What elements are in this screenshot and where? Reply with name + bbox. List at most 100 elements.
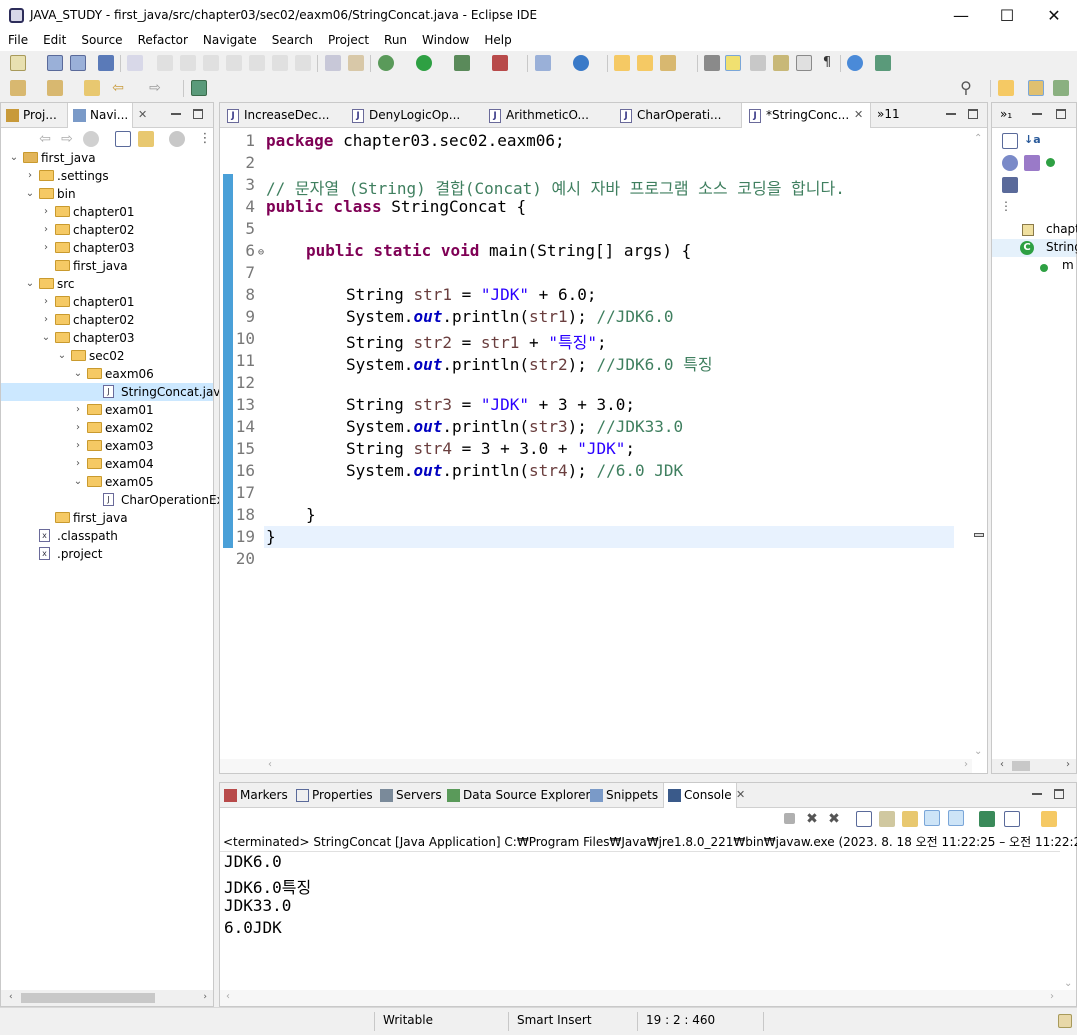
maximize-editor-icon[interactable] xyxy=(968,109,978,119)
editor-hscroll[interactable]: ‹ › xyxy=(220,759,972,773)
close-icon[interactable]: ✕ xyxy=(854,108,863,121)
open-perspective-icon[interactable] xyxy=(998,80,1014,96)
maximize-view-icon[interactable] xyxy=(1056,109,1066,119)
menu-run[interactable]: Run xyxy=(376,31,414,51)
pin-editor-icon[interactable] xyxy=(191,80,207,96)
menu-search[interactable]: Search xyxy=(264,31,320,51)
maximize-view-icon[interactable] xyxy=(1054,789,1064,799)
toggle-ws-icon[interactable] xyxy=(348,55,364,71)
pilcrow-icon[interactable]: ¶ xyxy=(819,55,835,71)
fold-icon[interactable]: ⊖ xyxy=(258,247,264,258)
minimize-editor-icon[interactable] xyxy=(946,109,956,115)
tree-item[interactable]: › chapter01 xyxy=(1,203,213,221)
tab-properties[interactable]: Properties xyxy=(292,783,377,808)
expand-icon[interactable]: › xyxy=(25,170,35,181)
collapse-icon[interactable]: ⌄ xyxy=(9,152,19,163)
tree-item[interactable]: J StringConcat.jav xyxy=(1,383,220,401)
tab-snippets[interactable]: Snippets xyxy=(586,783,662,808)
menu-navigate[interactable]: Navigate xyxy=(195,31,264,51)
console-output[interactable]: JDK6.0 JDK6.0특징 JDK33.0 6.0JDK xyxy=(220,851,1060,991)
collapse-all-icon[interactable] xyxy=(115,131,131,147)
tree-item[interactable]: ⌄ exam05 xyxy=(1,473,213,491)
overview-ruler-mark[interactable] xyxy=(974,533,984,537)
expand-icon[interactable]: › xyxy=(41,296,51,307)
tree-item[interactable]: ⌄ chapter03 xyxy=(1,329,213,347)
last-edit-icon[interactable] xyxy=(84,80,100,96)
tree-item[interactable]: ⌄ eaxm06 xyxy=(1,365,213,383)
run-icon[interactable] xyxy=(416,55,432,71)
display-console-icon[interactable] xyxy=(1004,811,1020,827)
expand-icon[interactable]: › xyxy=(73,458,83,469)
navigator-hscroll[interactable]: ‹ › xyxy=(1,990,213,1006)
open-task-icon[interactable] xyxy=(637,55,653,71)
status-insert[interactable]: Smart Insert xyxy=(517,1013,592,1027)
outline-item-package[interactable]: chapt xyxy=(1046,222,1077,236)
scroll-thumb[interactable] xyxy=(1012,761,1030,771)
tab-project-explorer[interactable]: Proj... xyxy=(1,103,61,128)
next-annotation-icon[interactable] xyxy=(10,80,26,96)
collapse-icon[interactable]: ⌄ xyxy=(25,188,35,199)
maximize-button[interactable]: ☐ xyxy=(984,0,1030,31)
scroll-thumb[interactable] xyxy=(21,993,155,1003)
tab-navigator[interactable]: Navi... ✕ xyxy=(67,103,147,128)
collapse-icon[interactable]: ⌄ xyxy=(25,278,35,289)
scroll-right-icon[interactable]: › xyxy=(1050,991,1054,1002)
view-menu-icon[interactable]: ⋮ xyxy=(1000,199,1012,213)
scroll-right-icon[interactable]: › xyxy=(1066,759,1070,770)
terminal-icon[interactable] xyxy=(98,55,114,71)
code-editor[interactable]: 1 2 3 4 5 6 7 8 9 10 11 12 13 14 15 16 17 18 19 20 ⊖ packag… xyxy=(220,129,987,761)
minimize-view-icon[interactable] xyxy=(1032,789,1042,795)
deploy-icon[interactable] xyxy=(875,55,891,71)
toggle-block-icon[interactable] xyxy=(325,55,341,71)
tab-markers[interactable]: Markers xyxy=(220,783,292,808)
expand-icon[interactable]: › xyxy=(73,440,83,451)
tree-item[interactable]: › chapter01 xyxy=(1,293,213,311)
menu-edit[interactable]: Edit xyxy=(35,31,73,51)
scroll-right-icon[interactable]: › xyxy=(203,992,207,1002)
word-wrap-icon[interactable] xyxy=(902,811,918,827)
tab-servers[interactable]: Servers xyxy=(376,783,446,808)
save-icon[interactable] xyxy=(47,55,63,71)
tree-item[interactable]: x .project xyxy=(1,545,213,563)
outline-item-method[interactable]: m xyxy=(1062,258,1074,272)
scroll-down-icon[interactable]: ⌄ xyxy=(1064,978,1072,989)
tree-item[interactable]: › exam04 xyxy=(1,455,213,473)
hide-static-icon[interactable] xyxy=(1024,155,1040,171)
external-tools-icon[interactable] xyxy=(492,55,508,71)
scroll-left-icon[interactable]: ‹ xyxy=(9,992,13,1002)
show-on-output-icon[interactable] xyxy=(924,810,940,826)
clear-console-icon[interactable] xyxy=(856,811,872,827)
highlight-icon[interactable] xyxy=(725,55,741,71)
new-java-project-icon[interactable] xyxy=(535,55,551,71)
expand-icon[interactable]: › xyxy=(41,314,51,325)
forward-icon[interactable]: ⇨ xyxy=(147,80,163,96)
collapse-icon[interactable]: ⌄ xyxy=(73,476,83,487)
menu-file[interactable]: File xyxy=(0,31,35,51)
open-type-icon[interactable] xyxy=(614,55,630,71)
previous-annotation-icon[interactable] xyxy=(47,80,63,96)
editor-vscroll[interactable]: ⌃ ⌄ xyxy=(971,129,987,761)
annotation-icon[interactable] xyxy=(704,55,720,71)
scroll-right-icon[interactable]: › xyxy=(964,759,968,770)
web-browser-icon[interactable] xyxy=(847,55,863,71)
show-source-icon[interactable] xyxy=(796,55,812,71)
tree-item[interactable]: › exam03 xyxy=(1,437,213,455)
menu-window[interactable]: Window xyxy=(414,31,476,51)
tab-deny-logic-op[interactable]: J DenyLogicOp... xyxy=(345,103,468,128)
tree-item[interactable]: › chapter02 xyxy=(1,311,213,329)
scroll-up-icon[interactable]: ⌃ xyxy=(974,133,982,144)
remove-all-icon[interactable]: ✖ xyxy=(826,811,842,827)
remove-launch-icon[interactable]: ✖ xyxy=(804,811,820,827)
tab-string-concat[interactable]: J *StringConc... ✕ xyxy=(741,103,871,128)
block-icon[interactable] xyxy=(773,55,789,71)
tab-console[interactable]: Console ✕ xyxy=(663,783,745,808)
close-icon[interactable]: ✕ xyxy=(736,788,745,801)
tab-char-operati[interactable]: J CharOperati... xyxy=(613,103,736,128)
tree-item[interactable]: ⌄ src xyxy=(1,275,213,293)
save-all-icon[interactable] xyxy=(70,55,86,71)
menu-source[interactable]: Source xyxy=(73,31,129,51)
tree-item[interactable]: › chapter03 xyxy=(1,239,213,257)
back-icon[interactable]: ⇦ xyxy=(110,80,126,96)
expand-icon[interactable]: › xyxy=(41,206,51,217)
hide-local-types-icon[interactable] xyxy=(1002,177,1018,193)
